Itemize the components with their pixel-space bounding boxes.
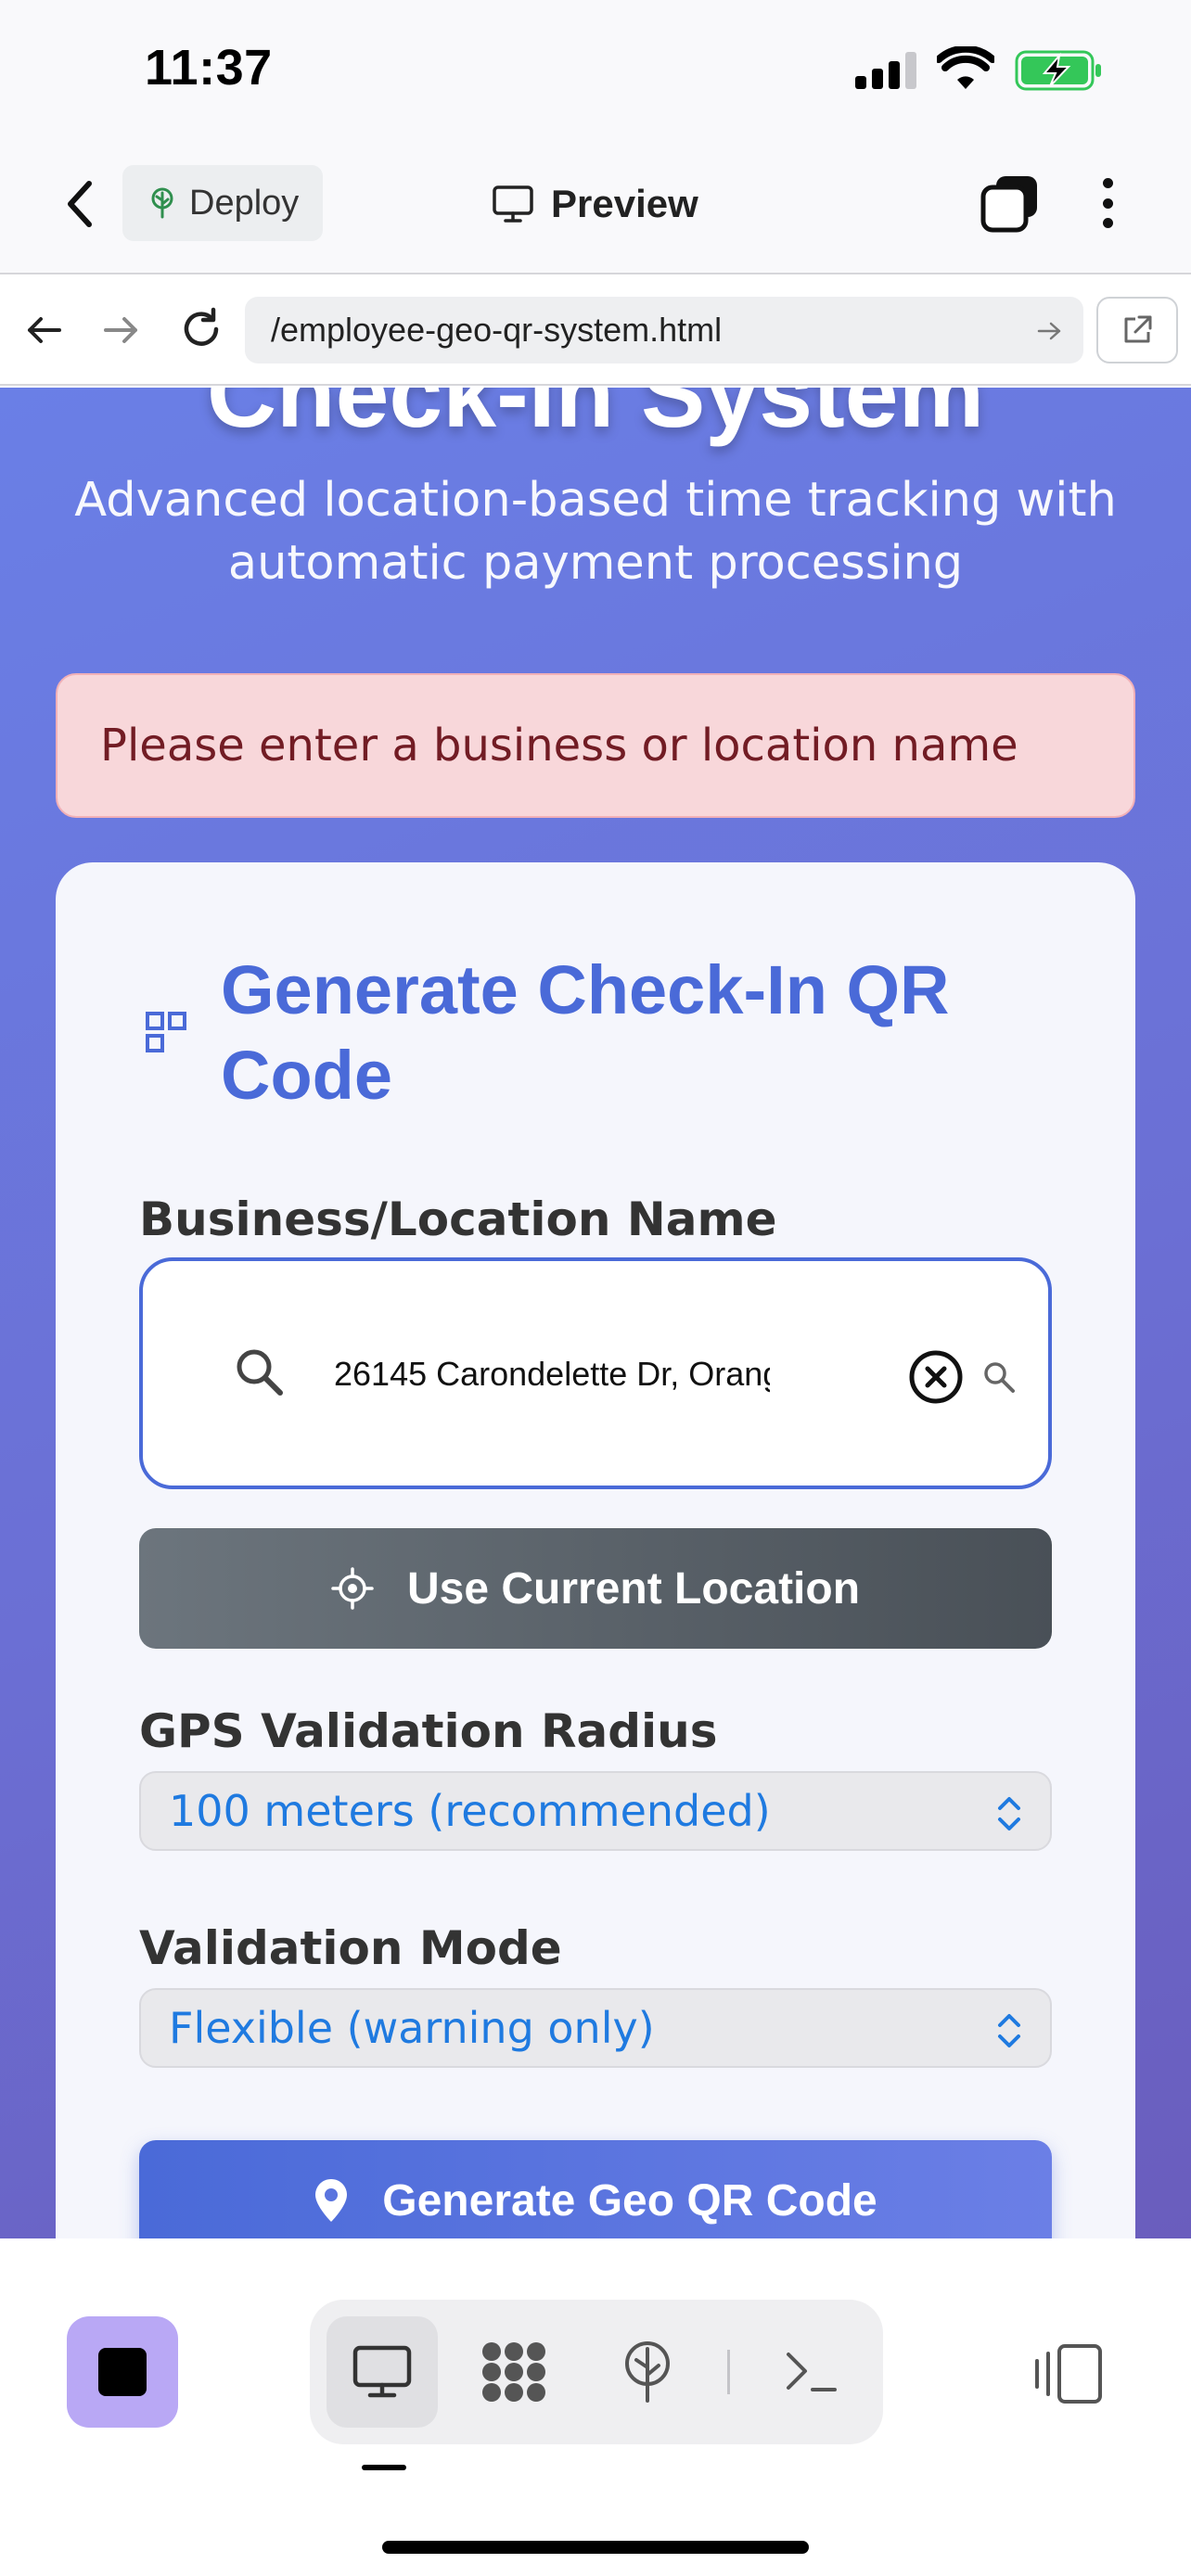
business-input[interactable]	[334, 1345, 770, 1404]
more-vertical-icon[interactable]	[1087, 172, 1128, 234]
radius-select[interactable]: 100 meters (recommended)	[139, 1771, 1052, 1851]
use-location-label: Use Current Location	[406, 1563, 861, 1613]
deploy-label: Deploy	[189, 183, 300, 223]
wifi-icon	[937, 46, 994, 89]
search-icon[interactable]	[981, 1359, 1017, 1395]
arrow-right-icon[interactable]	[100, 310, 141, 351]
url-text: /employee-geo-qr-system.html	[271, 311, 723, 349]
crosshair-icon	[331, 1567, 374, 1610]
monitor-icon	[493, 185, 533, 223]
open-external-button[interactable]	[1096, 297, 1178, 363]
tab-apps[interactable]	[458, 2316, 570, 2428]
stop-icon	[98, 2348, 147, 2396]
card-title: Generate Check-In QR Code	[221, 951, 950, 1114]
status-time: 11:37	[145, 40, 273, 96]
app-bar: Deploy Preview	[0, 139, 1191, 274]
tree-icon	[151, 187, 173, 219]
arrow-right-icon[interactable]	[1035, 317, 1063, 345]
panel-icon[interactable]	[1031, 2337, 1106, 2411]
preview-label: Preview	[551, 182, 698, 225]
monitor-icon	[352, 2345, 412, 2398]
search-icon	[237, 1349, 283, 1396]
radius-value: 100 meters (recommended)	[169, 1786, 771, 1836]
tab-preview[interactable]	[327, 2316, 438, 2428]
error-alert: Please enter a business or location name	[56, 673, 1135, 818]
clear-icon[interactable]	[907, 1348, 965, 1406]
home-indicator	[382, 2541, 809, 2554]
generate-qr-button[interactable]: Generate Geo QR Code	[139, 2140, 1052, 2238]
terminal-icon	[787, 2353, 837, 2391]
mode-value: Flexible (warning only)	[169, 2003, 655, 2053]
tab-terminal[interactable]	[755, 2316, 866, 2428]
reload-icon[interactable]	[178, 306, 224, 352]
stop-button[interactable]	[67, 2316, 178, 2428]
preview-title: Preview	[492, 176, 698, 232]
window-stack-icon[interactable]	[980, 172, 1041, 234]
status-bar: 11:37	[0, 0, 1191, 139]
apps-icon	[482, 2342, 545, 2402]
active-tab-indicator	[362, 2465, 406, 2470]
browser-bar: /employee-geo-qr-system.html	[0, 274, 1191, 386]
map-pin-icon	[315, 2179, 348, 2222]
chevron-up-down-icon	[998, 2014, 1020, 2047]
business-label: Business/Location Name	[139, 1192, 777, 1246]
bottom-toolbar	[0, 2238, 1191, 2576]
battery-charging-icon	[1015, 50, 1101, 91]
mode-label: Validation Mode	[139, 1921, 562, 1975]
tree-icon	[625, 2341, 670, 2403]
chevron-up-down-icon	[998, 1797, 1020, 1830]
use-current-location-button[interactable]: Use Current Location	[139, 1528, 1052, 1649]
qr-generator-card: Generate Check-In QR Code Business/Locat…	[56, 862, 1135, 2238]
chevron-left-icon[interactable]	[58, 176, 102, 232]
divider	[727, 2350, 730, 2394]
qr-code-icon	[146, 1012, 186, 1052]
signal-icon	[855, 52, 918, 89]
mode-select[interactable]: Flexible (warning only)	[139, 1988, 1052, 2068]
view-switcher	[310, 2300, 883, 2444]
alert-text: Please enter a business or location name	[100, 720, 1018, 772]
external-link-icon	[1124, 315, 1152, 343]
arrow-left-icon[interactable]	[24, 310, 65, 351]
web-content: Check-In System Advanced location-based …	[0, 388, 1191, 2238]
deploy-button[interactable]: Deploy	[122, 165, 323, 241]
hero-title: Check-In System	[206, 388, 985, 448]
url-field[interactable]: /employee-geo-qr-system.html	[245, 297, 1083, 363]
generate-label: Generate Geo QR Code	[382, 2175, 877, 2225]
radius-label: GPS Validation Radius	[139, 1704, 718, 1758]
tab-deploy[interactable]	[592, 2316, 703, 2428]
hero-subtitle: Advanced location-based time tracking wi…	[74, 473, 1117, 591]
business-search-field[interactable]	[139, 1257, 1052, 1489]
